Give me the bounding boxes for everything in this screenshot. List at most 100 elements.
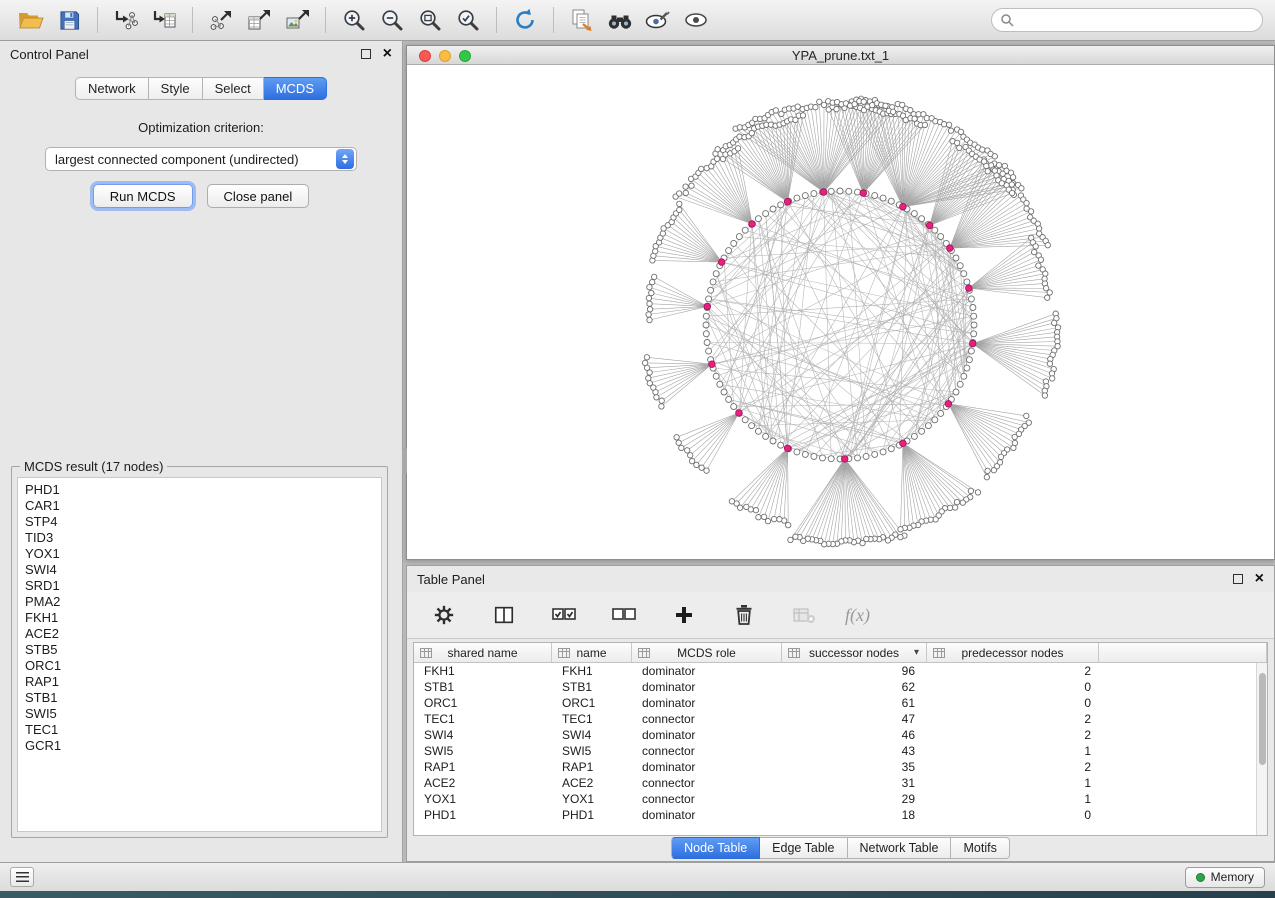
tab-node-table[interactable]: Node Table	[671, 837, 760, 859]
result-item[interactable]: SWI5	[25, 706, 381, 722]
network-window-titlebar[interactable]: YPA_prune.txt_1	[407, 46, 1274, 65]
deselect-all-button[interactable]	[605, 599, 643, 631]
sort-chevron-icon[interactable]: ▾	[914, 647, 919, 658]
table-row[interactable]: STB1STB1dominator620	[414, 679, 1267, 695]
delete-column-button[interactable]	[725, 599, 763, 631]
result-item[interactable]: ACE2	[25, 626, 381, 642]
table-scrollbar[interactable]	[1256, 663, 1267, 835]
show-annotations-button[interactable]	[639, 4, 677, 36]
memory-status-dot	[1196, 873, 1205, 882]
save-session-button[interactable]	[50, 4, 88, 36]
table-row[interactable]: PHD1PHD1dominator180	[414, 807, 1267, 823]
column-header-predecessor-nodes[interactable]: predecessor nodes	[927, 643, 1099, 662]
memory-button[interactable]: Memory	[1185, 867, 1265, 888]
close-window-button[interactable]	[419, 50, 431, 62]
tab-mcds[interactable]: MCDS	[264, 77, 327, 100]
table-row[interactable]: TEC1TEC1connector472	[414, 711, 1267, 727]
close-panel-button[interactable]: Close panel	[207, 184, 310, 208]
toggle-graphics-details-button[interactable]	[677, 4, 715, 36]
add-column-button[interactable]	[665, 599, 703, 631]
first-neighbors-button[interactable]	[601, 4, 639, 36]
table-row[interactable]: SWI5SWI5connector431	[414, 743, 1267, 759]
table-cell: 0	[927, 679, 1099, 695]
tab-select[interactable]: Select	[203, 77, 264, 100]
export-network-button[interactable]	[202, 4, 240, 36]
table-cell: PHD1	[414, 807, 552, 823]
function-builder-button[interactable]: f(x)	[845, 605, 870, 626]
open-file-button[interactable]	[12, 4, 50, 36]
result-item[interactable]: SWI4	[25, 562, 381, 578]
result-item[interactable]: STB1	[25, 690, 381, 706]
import-network-button[interactable]	[107, 4, 145, 36]
column-header-name[interactable]: name	[552, 643, 632, 662]
tab-edge-table[interactable]: Edge Table	[760, 837, 847, 859]
refresh-layout-button[interactable]	[506, 4, 544, 36]
column-header-shared-name[interactable]: shared name	[414, 643, 552, 662]
result-item[interactable]: ORC1	[25, 658, 381, 674]
result-item[interactable]: GCR1	[25, 738, 381, 754]
table-row[interactable]: SWI4SWI4dominator462	[414, 727, 1267, 743]
minimize-window-button[interactable]	[439, 50, 451, 62]
table-panel: Table Panel ×	[406, 565, 1275, 862]
zoom-in-button[interactable]	[335, 4, 373, 36]
table-cell: RAP1	[414, 759, 552, 775]
panel-menu-button[interactable]	[10, 867, 34, 887]
panel-splitter-handle[interactable]	[402, 448, 407, 474]
export-image-button[interactable]	[278, 4, 316, 36]
table-row[interactable]: RAP1RAP1dominator352	[414, 759, 1267, 775]
eye-edit-icon	[645, 10, 671, 30]
table-row[interactable]: YOX1YOX1connector291	[414, 791, 1267, 807]
close-panel-icon[interactable]: ×	[1255, 571, 1264, 587]
export-table-button[interactable]	[240, 4, 278, 36]
table-row[interactable]: FKH1FKH1dominator962	[414, 663, 1267, 679]
result-item[interactable]: PMA2	[25, 594, 381, 610]
float-panel-icon[interactable]	[361, 49, 371, 59]
optimization-criterion-select[interactable]: largest connected component (undirected)	[45, 147, 357, 171]
tab-network-table[interactable]: Network Table	[848, 837, 952, 859]
application-window: Control Panel × NetworkStyleSelectMCDS O…	[0, 0, 1275, 898]
zoom-selected-icon	[456, 8, 480, 32]
delete-table-icon-disabled	[792, 606, 816, 624]
float-panel-icon[interactable]	[1233, 574, 1243, 584]
table-panel-header: Table Panel ×	[407, 566, 1274, 592]
tab-style[interactable]: Style	[149, 77, 203, 100]
table-cell: dominator	[632, 679, 782, 695]
select-all-button[interactable]	[545, 599, 583, 631]
result-item[interactable]: FKH1	[25, 610, 381, 626]
table-row[interactable]: ACE2ACE2connector311	[414, 775, 1267, 791]
close-panel-icon[interactable]: ×	[383, 46, 392, 62]
result-item[interactable]: PHD1	[25, 482, 381, 498]
table-cell: TEC1	[552, 711, 632, 727]
result-item[interactable]: STB5	[25, 642, 381, 658]
result-item[interactable]: TID3	[25, 530, 381, 546]
result-item[interactable]: SRD1	[25, 578, 381, 594]
network-graph[interactable]	[407, 65, 1274, 559]
node-table: shared namenameMCDS rolesuccessor nodes▾…	[413, 642, 1268, 836]
zoom-fit-button[interactable]	[411, 4, 449, 36]
search-input[interactable]	[1019, 13, 1254, 28]
zoom-out-button[interactable]	[373, 4, 411, 36]
tab-motifs[interactable]: Motifs	[951, 837, 1009, 859]
delete-table-button[interactable]	[785, 599, 823, 631]
copy-view-button[interactable]	[563, 4, 601, 36]
run-mcds-button[interactable]: Run MCDS	[93, 184, 193, 208]
table-cell: ORC1	[552, 695, 632, 711]
mcds-result-list[interactable]: PHD1CAR1STP4TID3YOX1SWI4SRD1PMA2FKH1ACE2…	[17, 477, 382, 832]
table-settings-button[interactable]	[425, 599, 463, 631]
result-item[interactable]: TEC1	[25, 722, 381, 738]
result-item[interactable]: CAR1	[25, 498, 381, 514]
column-header-successor-nodes[interactable]: successor nodes▾	[782, 643, 927, 662]
show-columns-button[interactable]	[485, 599, 523, 631]
import-table-button[interactable]	[145, 4, 183, 36]
scrollbar-thumb[interactable]	[1259, 673, 1266, 765]
result-item[interactable]: YOX1	[25, 546, 381, 562]
zoom-selected-button[interactable]	[449, 4, 487, 36]
tab-network[interactable]: Network	[75, 77, 149, 100]
table-cell: 2	[927, 759, 1099, 775]
table-row[interactable]: ORC1ORC1dominator610	[414, 695, 1267, 711]
column-header-MCDS-role[interactable]: MCDS role	[632, 643, 782, 662]
result-item[interactable]: RAP1	[25, 674, 381, 690]
maximize-window-button[interactable]	[459, 50, 471, 62]
table-cell: RAP1	[552, 759, 632, 775]
result-item[interactable]: STP4	[25, 514, 381, 530]
